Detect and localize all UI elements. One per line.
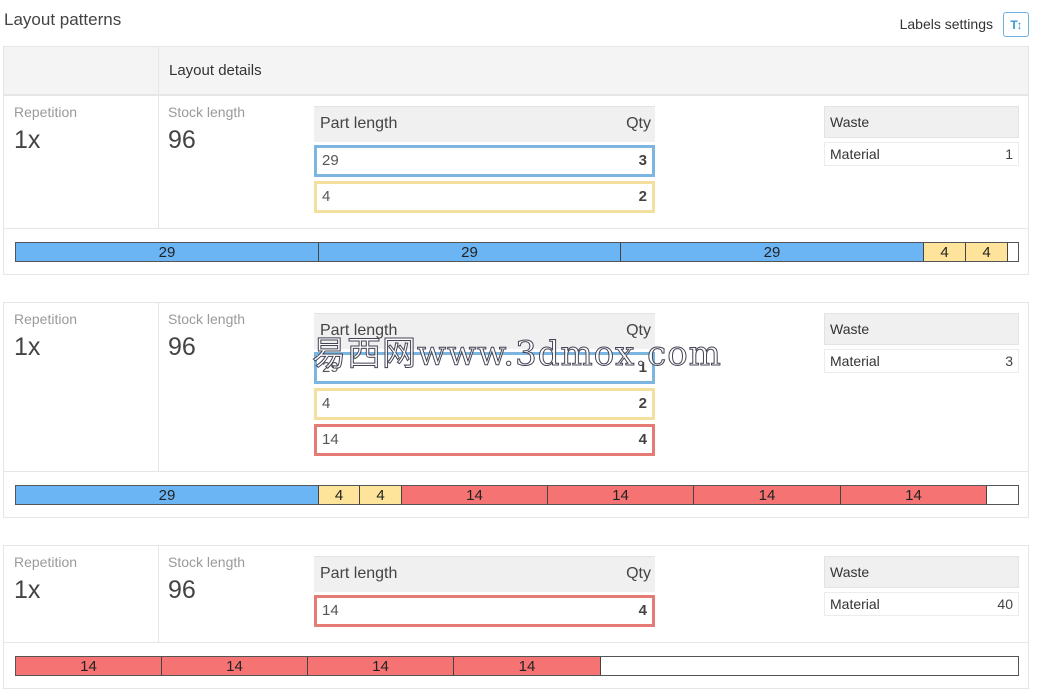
text-height-icon[interactable]: T↕ <box>1003 12 1029 37</box>
bar-segment: 14 <box>694 486 841 504</box>
qty-header: Qty <box>626 115 651 132</box>
bar-segment: 14 <box>402 486 548 504</box>
part-qty-value: 2 <box>638 188 647 205</box>
waste-header: Waste <box>824 106 1019 138</box>
waste-label: Waste <box>830 564 870 580</box>
waste-label: Waste <box>830 321 870 337</box>
qty-header: Qty <box>626 322 651 339</box>
stock-length-label: Stock length <box>168 104 246 120</box>
repetition-value: 1x <box>14 576 41 604</box>
material-waste-value: 1 <box>1005 146 1013 162</box>
bar-segment: 14 <box>308 657 454 675</box>
waste-header: Waste <box>824 556 1019 588</box>
part-row: 14 4 <box>314 424 655 456</box>
part-length-value: 29 <box>322 359 339 376</box>
bar-segment: 14 <box>162 657 308 675</box>
parts-table-header: Part length Qty <box>314 556 655 592</box>
stock-length-label: Stock length <box>168 311 246 327</box>
material-label: Material <box>830 353 880 369</box>
bar-segment: 4 <box>966 243 1008 261</box>
row-divider <box>4 471 1028 472</box>
part-length-header: Part length <box>320 322 398 339</box>
waste-row: Material 1 <box>824 142 1019 166</box>
material-label: Material <box>830 596 880 612</box>
bar-segment: 4 <box>360 486 402 504</box>
repetition-label: Repetition <box>14 104 78 120</box>
parts-table-header: Part length Qty <box>314 106 655 142</box>
stock-length-value: 96 <box>168 333 196 361</box>
part-row: 4 2 <box>314 181 655 213</box>
column-divider <box>158 546 159 642</box>
part-length-value: 14 <box>322 431 339 448</box>
repetition-label: Repetition <box>14 311 78 327</box>
stock-length-value: 96 <box>168 126 196 154</box>
bar-segment: 14 <box>841 486 987 504</box>
cutting-bar: 29 4 4 14 14 14 14 <box>15 485 1019 505</box>
bar-segment: 14 <box>454 657 601 675</box>
row-divider <box>4 642 1028 643</box>
part-length-value: 14 <box>322 602 339 619</box>
part-row: 29 1 <box>314 352 655 384</box>
bar-segment: 29 <box>16 486 319 504</box>
part-qty-value: 4 <box>638 431 647 448</box>
layout-details-heading: Layout details <box>169 62 262 79</box>
part-qty-value: 1 <box>638 359 647 376</box>
bar-segment: 14 <box>16 657 162 675</box>
repetition-value: 1x <box>14 126 41 154</box>
part-length-value: 4 <box>322 395 331 412</box>
waste-row: Material 40 <box>824 592 1019 616</box>
bar-segment: 29 <box>319 243 621 261</box>
cutting-bar: 14 14 14 14 <box>15 656 1019 676</box>
column-divider <box>158 303 159 471</box>
parts-table-header: Part length Qty <box>314 313 655 349</box>
stock-length-value: 96 <box>168 576 196 604</box>
part-qty-value: 2 <box>638 395 647 412</box>
repetition-value: 1x <box>14 333 41 361</box>
part-row: 29 3 <box>314 145 655 177</box>
material-waste-value: 3 <box>1005 353 1013 369</box>
part-qty-value: 4 <box>638 602 647 619</box>
material-waste-value: 40 <box>997 596 1013 612</box>
bar-segment: 4 <box>924 243 966 261</box>
qty-header: Qty <box>626 565 651 582</box>
part-row: 14 4 <box>314 595 655 627</box>
bar-segment: 29 <box>16 243 319 261</box>
layout-pattern: Repetition 1x Stock length 96 Part lengt… <box>3 545 1029 689</box>
labels-settings-link[interactable]: Labels settings <box>900 16 993 32</box>
column-divider <box>158 96 159 228</box>
waste-header: Waste <box>824 313 1019 345</box>
material-label: Material <box>830 146 880 162</box>
part-length-header: Part length <box>320 565 398 582</box>
table-header: Layout details <box>3 46 1029 95</box>
column-divider <box>158 47 159 94</box>
cutting-bar: 29 29 29 4 4 <box>15 242 1019 262</box>
part-length-value: 4 <box>322 188 331 205</box>
bar-segment: 4 <box>319 486 360 504</box>
waste-row: Material 3 <box>824 349 1019 373</box>
layout-pattern: Repetition 1x Stock length 96 Part lengt… <box>3 302 1029 518</box>
bar-segment: 14 <box>548 486 694 504</box>
part-qty-value: 3 <box>638 152 647 169</box>
part-row: 4 2 <box>314 388 655 420</box>
part-length-header: Part length <box>320 115 398 132</box>
bar-segment: 29 <box>621 243 924 261</box>
waste-label: Waste <box>830 114 870 130</box>
row-divider <box>4 228 1028 229</box>
layout-pattern: Repetition 1x Stock length 96 Part lengt… <box>3 95 1029 275</box>
page-title: Layout patterns <box>4 10 122 29</box>
part-length-value: 29 <box>322 152 339 169</box>
stock-length-label: Stock length <box>168 554 246 570</box>
repetition-label: Repetition <box>14 554 78 570</box>
